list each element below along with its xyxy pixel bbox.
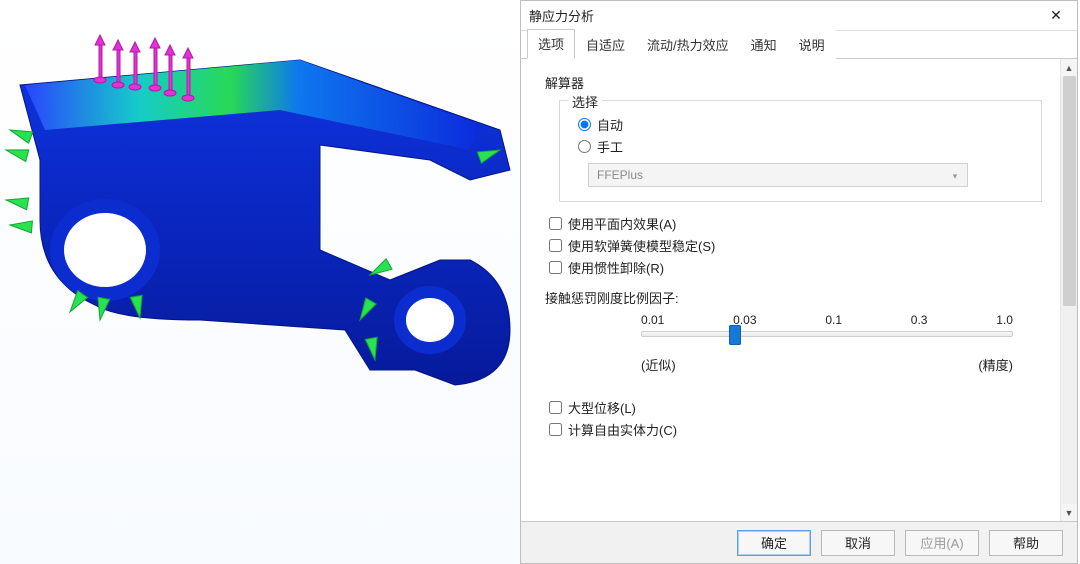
chevron-down-icon: ▾ [947, 168, 963, 184]
tick-0: 0.01 [641, 313, 664, 327]
check-inertia-relief-label: 使用惯性卸除(R) [568, 258, 664, 277]
check-free-body-force[interactable]: 计算自由实体力(C) [549, 418, 1042, 440]
apply-button: 应用(A) [905, 530, 979, 556]
solver-type-value: FFEPlus [597, 168, 643, 182]
solver-group-title: 解算器 [545, 73, 1042, 92]
help-button[interactable]: 帮助 [989, 530, 1063, 556]
tick-3: 0.3 [911, 313, 928, 327]
static-analysis-dialog: 静应力分析 ✕ 选项 自适应 流动/热力效应 通知 说明 解算器 选择 自动 [520, 0, 1078, 564]
cancel-button[interactable]: 取消 [821, 530, 895, 556]
penalty-right-label: (精度) [978, 355, 1013, 374]
scroll-thumb[interactable] [1063, 76, 1076, 306]
close-icon[interactable]: ✕ [1043, 6, 1069, 26]
radio-solver-auto[interactable]: 自动 [578, 113, 1027, 135]
tab-strip: 选项 自适应 流动/热力效应 通知 说明 [521, 31, 1077, 59]
check-softspring[interactable]: 使用软弹簧使模型稳定(S) [549, 234, 1042, 256]
tab-description[interactable]: 说明 [788, 30, 836, 59]
vertical-scrollbar[interactable]: ▲ ▼ [1060, 59, 1077, 521]
tab-flow-thermal[interactable]: 流动/热力效应 [636, 30, 740, 59]
check-large-displacement-label: 大型位移(L) [568, 398, 636, 417]
check-inplane-input[interactable] [549, 217, 562, 230]
penalty-left-label: (近似) [641, 355, 676, 374]
radio-solver-auto-label: 自动 [597, 115, 623, 134]
tick-4: 1.0 [996, 313, 1013, 327]
check-softspring-label: 使用软弹簧使模型稳定(S) [568, 236, 715, 255]
check-free-body-force-label: 计算自由实体力(C) [568, 420, 677, 439]
penalty-ticks: 0.01 0.03 0.1 0.3 1.0 [641, 313, 1013, 327]
check-inertia-relief-input[interactable] [549, 261, 562, 274]
check-inplane-label: 使用平面内效果(A) [568, 214, 676, 233]
check-free-body-force-input[interactable] [549, 423, 562, 436]
radio-solver-manual-label: 手工 [597, 137, 623, 156]
solver-choice-group: 选择 自动 手工 FFEPlus ▾ [559, 100, 1042, 202]
model-illustration [0, 0, 520, 564]
tab-notification[interactable]: 通知 [740, 30, 788, 59]
radio-solver-manual-input[interactable] [578, 140, 591, 153]
ok-button[interactable]: 确定 [737, 530, 811, 556]
penalty-slider[interactable]: 0.01 0.03 0.1 0.3 1.0 [641, 313, 1013, 337]
solver-type-select: FFEPlus ▾ [588, 163, 968, 187]
dialog-title: 静应力分析 [529, 6, 1043, 25]
solver-flags: 使用平面内效果(A) 使用软弹簧使模型稳定(S) 使用惯性卸除(R) [545, 212, 1042, 278]
tick-2: 0.1 [825, 313, 842, 327]
check-inplane[interactable]: 使用平面内效果(A) [549, 212, 1042, 234]
penalty-track[interactable] [641, 331, 1013, 337]
options-panel: 解算器 选择 自动 手工 FFEPlus ▾ [521, 59, 1060, 521]
penalty-thumb[interactable] [729, 325, 741, 345]
radio-solver-auto-input[interactable] [578, 118, 591, 131]
feA-3d-viewport[interactable] [0, 0, 520, 564]
radio-solver-manual[interactable]: 手工 [578, 135, 1027, 157]
check-inertia-relief[interactable]: 使用惯性卸除(R) [549, 256, 1042, 278]
titlebar[interactable]: 静应力分析 ✕ [521, 1, 1077, 31]
check-softspring-input[interactable] [549, 239, 562, 252]
check-large-displacement[interactable]: 大型位移(L) [549, 396, 1042, 418]
scroll-track[interactable] [1061, 76, 1077, 504]
solver-choice-legend: 选择 [568, 92, 602, 111]
check-large-displacement-input[interactable] [549, 401, 562, 414]
tab-options[interactable]: 选项 [527, 29, 575, 59]
dialog-footer: 确定 取消 应用(A) 帮助 [521, 521, 1077, 563]
scroll-up-icon[interactable]: ▲ [1061, 59, 1078, 76]
tab-adaptive[interactable]: 自适应 [575, 30, 636, 59]
scroll-down-icon[interactable]: ▼ [1061, 504, 1078, 521]
penalty-label: 接触惩罚刚度比例因子: [545, 288, 1042, 307]
